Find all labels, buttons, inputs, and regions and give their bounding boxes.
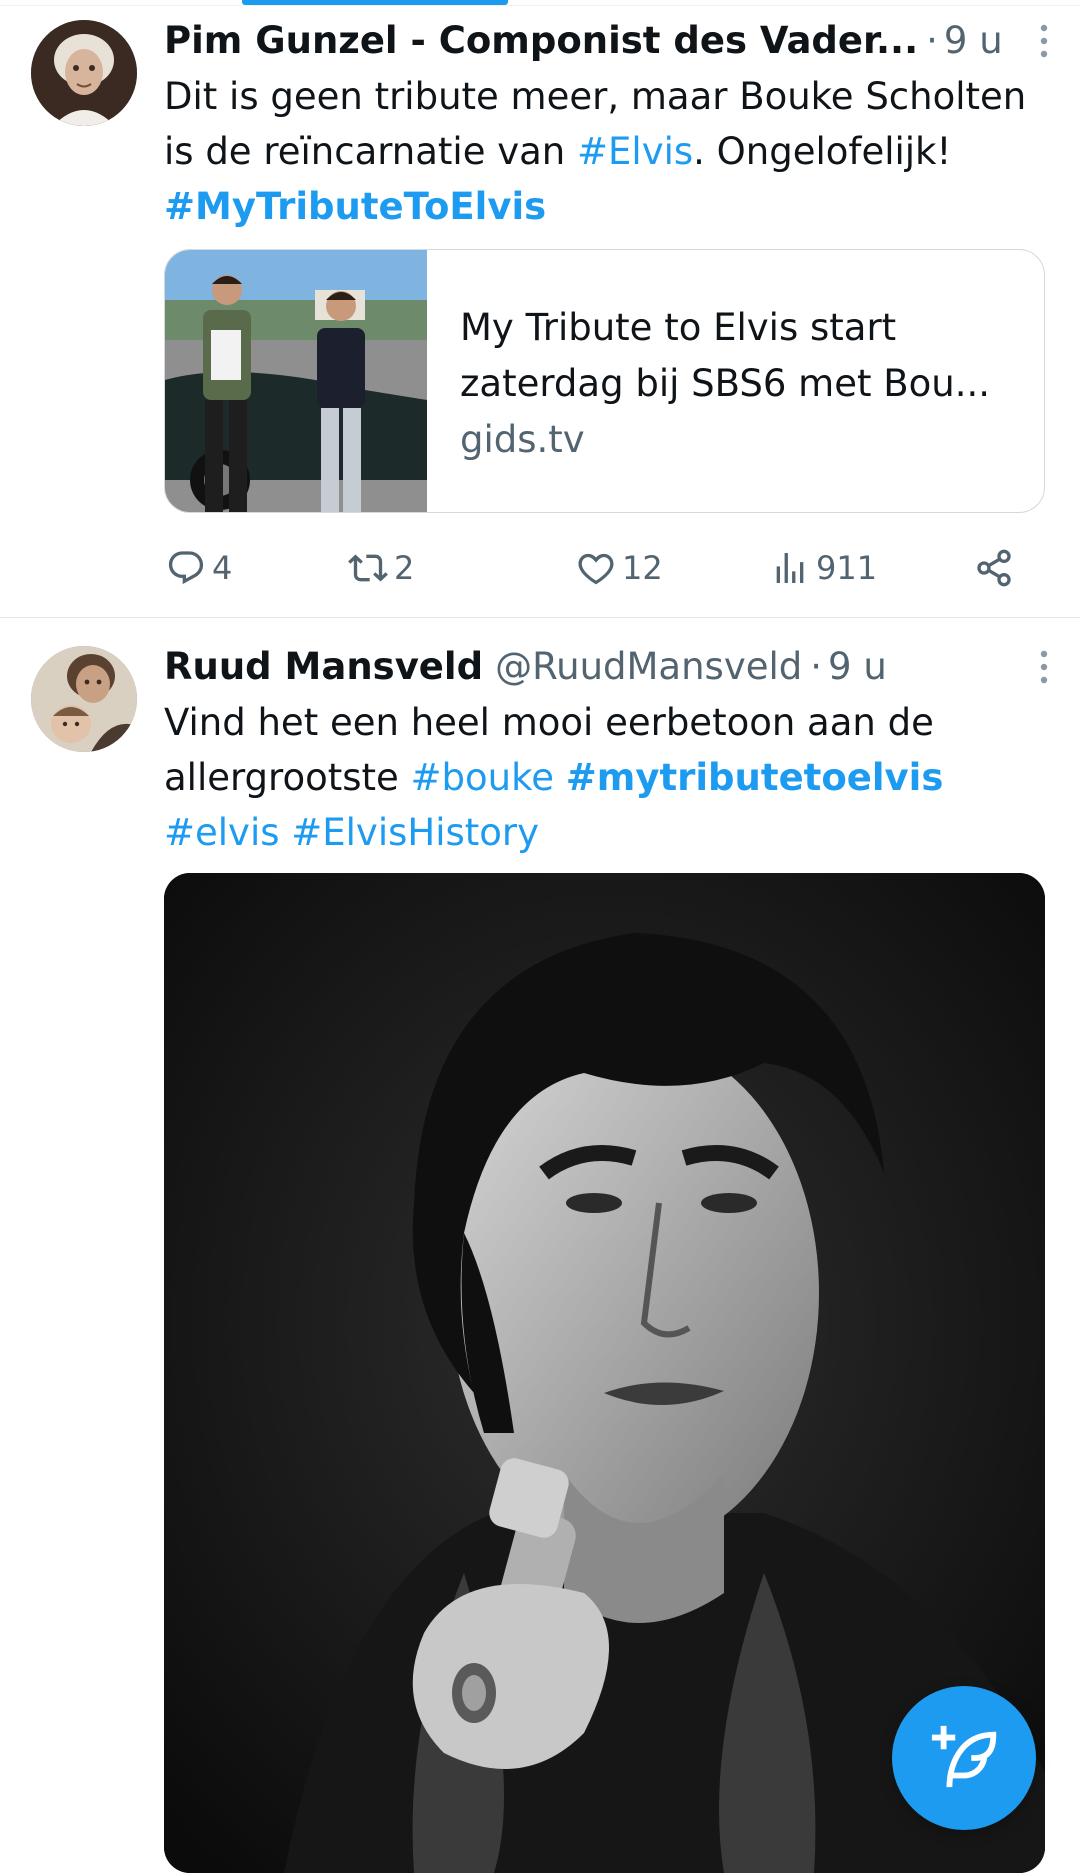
link-preview-body: My Tribute to Elvis start zaterdag bij S… <box>460 300 1016 468</box>
reply-button[interactable]: 4 <box>166 545 232 591</box>
like-button[interactable]: 12 <box>576 545 663 591</box>
retweet-button[interactable]: 2 <box>348 545 414 591</box>
author-handle[interactable]: @RuudMansveld <box>495 642 802 692</box>
separator-dot: · <box>810 645 823 688</box>
retweet-icon <box>348 554 388 582</box>
author-name[interactable]: Pim Gunzel - Componist des Vader... <box>164 16 918 66</box>
tweet-text: Dit is geen tribute meer, maar Bouke Sch… <box>164 69 1040 234</box>
views-count: 911 <box>816 549 878 587</box>
share-button[interactable] <box>974 545 1020 591</box>
tweet-actions: 4 2 12 911 <box>164 545 1020 591</box>
link-preview-image <box>165 250 427 512</box>
hashtag-link[interactable]: #MyTributeToElvis <box>164 185 546 228</box>
tweet-text-part: . Ongelofelijk! <box>693 130 952 173</box>
timestamp[interactable]: 9 u <box>828 642 887 692</box>
hashtag-link[interactable]: #mytributetoelvis <box>566 756 944 799</box>
link-preview-domain: gids.tv <box>460 418 585 461</box>
compose-feather-icon <box>931 1725 997 1788</box>
more-options-icon[interactable] <box>1026 16 1062 66</box>
tweet[interactable]: Ruud Mansveld @RuudMansveld · 9 u Vind h… <box>0 618 1080 1873</box>
reply-count: 4 <box>212 549 233 587</box>
tweet-text: Vind het een heel mooi eerbetoon aan de … <box>164 695 1040 860</box>
tweet-header: Ruud Mansveld @RuudMansveld · 9 u <box>164 642 1022 692</box>
hashtag-link[interactable]: #Elvis <box>577 130 693 173</box>
tweet-header: Pim Gunzel - Componist des Vader... · 9 … <box>164 16 1022 66</box>
bar-chart-icon <box>776 553 804 583</box>
share-icon <box>977 549 1011 587</box>
tweet[interactable]: Pim Gunzel - Componist des Vader... · 9 … <box>0 0 1080 618</box>
avatar[interactable] <box>31 646 137 752</box>
hashtag-link[interactable]: #bouke <box>411 756 554 799</box>
link-preview-title: My Tribute to Elvis start zaterdag bij S… <box>460 306 990 405</box>
separator-dot: · <box>926 19 938 62</box>
link-preview-card[interactable]: My Tribute to Elvis start zaterdag bij S… <box>164 249 1045 513</box>
hashtag-link[interactable]: #ElvisHistory <box>291 811 539 854</box>
like-count: 12 <box>622 549 663 587</box>
heart-icon <box>578 553 614 585</box>
timestamp[interactable]: 9 u <box>944 16 1003 66</box>
views-button[interactable]: 911 <box>770 545 877 591</box>
avatar[interactable] <box>31 20 137 126</box>
author-name[interactable]: Ruud Mansveld <box>164 642 483 692</box>
retweet-count: 2 <box>394 549 415 587</box>
hashtag-link[interactable]: #elvis <box>164 811 280 854</box>
reply-icon <box>168 551 204 585</box>
compose-button[interactable] <box>892 1686 1036 1830</box>
more-options-icon[interactable] <box>1026 642 1062 692</box>
